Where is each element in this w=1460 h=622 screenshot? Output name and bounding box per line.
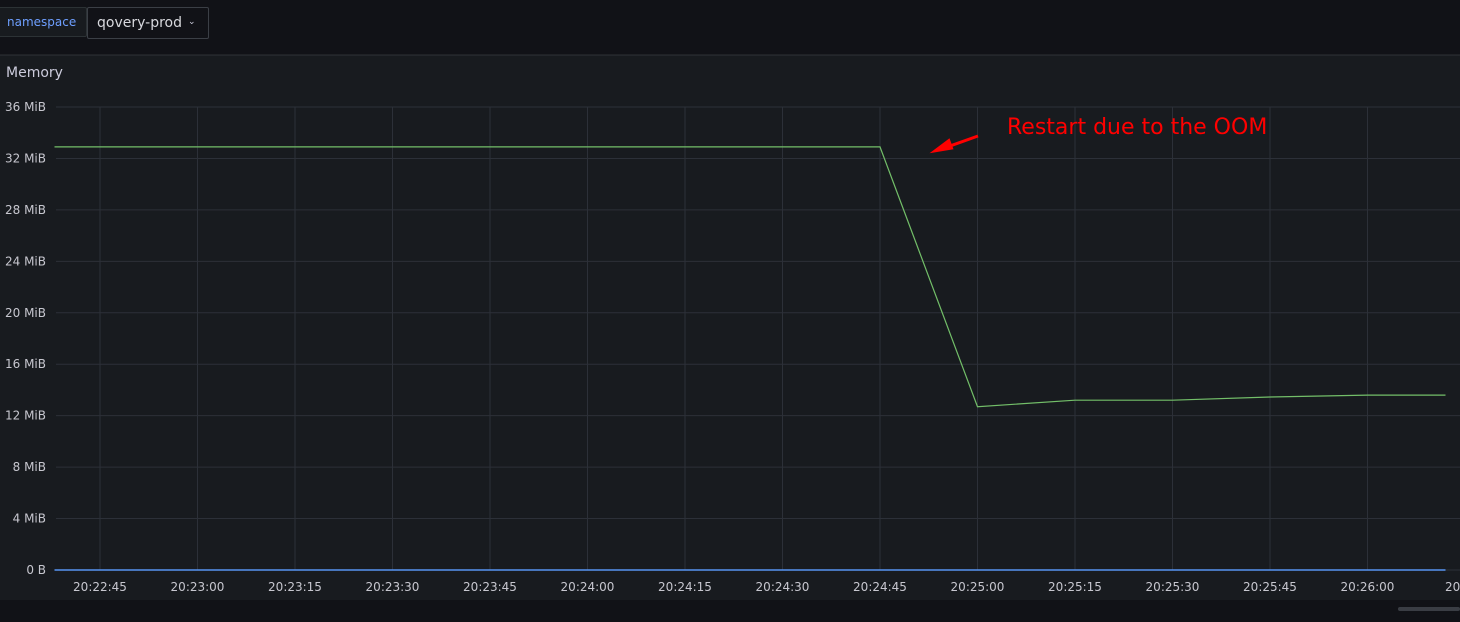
x-tick-label: 20:25:45 [1243,580,1297,594]
x-tick-label: 20:23:00 [171,580,225,594]
namespace-select-value: qovery-prod [97,15,182,31]
y-tick-label: 16 MiB [5,357,46,371]
dashboard-variables-bar: namespace qovery-prod ⌄ [0,0,1460,55]
x-tick-label: 20:23:15 [268,580,322,594]
y-tick-label: 28 MiB [5,203,46,217]
x-tick-label: 20:25:00 [951,580,1005,594]
x-tick-label: 20:25:15 [1048,580,1102,594]
x-tick-label: 20:23:30 [366,580,420,594]
x-tick-label: 20:26:00 [1341,580,1395,594]
series-line-memory [54,146,1446,408]
x-tick-label: 20: [1445,580,1460,594]
y-tick-label: 20 MiB [5,306,46,320]
annotation-text: Restart due to the OOM [1007,115,1267,140]
annotation-arrowhead-icon [929,138,954,154]
y-tick-label: 8 MiB [13,460,46,474]
variable-label-namespace: namespace [0,7,88,37]
x-tick-label: 20:24:15 [658,580,712,594]
x-tick-label: 20:23:45 [463,580,517,594]
y-tick-label: 32 MiB [5,151,46,165]
x-tick-label: 20:24:00 [561,580,615,594]
horizontal-scrollbar[interactable] [1398,607,1460,611]
y-tick-label: 0 B [26,563,46,577]
bottom-scroll-area [0,600,1460,622]
namespace-select[interactable]: qovery-prod ⌄ [87,7,209,39]
x-tick-label: 20:22:45 [73,580,127,594]
memory-chart[interactable]: 0 B 4 MiB 8 MiB 12 MiB 16 MiB 20 MiB 24 MiB 28 … [0,56,1460,601]
x-tick-label: 20:24:45 [853,580,907,594]
x-tick-label: 20:25:30 [1146,580,1200,594]
y-tick-label: 24 MiB [5,254,46,268]
memory-panel: Memory 0 B4 MiB 8 MiB 12 MiB 16 MiB 20 MiB 24… [0,55,1460,601]
y-tick-label: 12 MiB [5,409,46,423]
x-tick-label: 20:24:30 [756,580,810,594]
y-tick-label: 4 MiB [13,512,46,526]
chevron-down-icon: ⌄ [187,17,196,27]
y-tick-label: 36 MiB [5,100,46,114]
